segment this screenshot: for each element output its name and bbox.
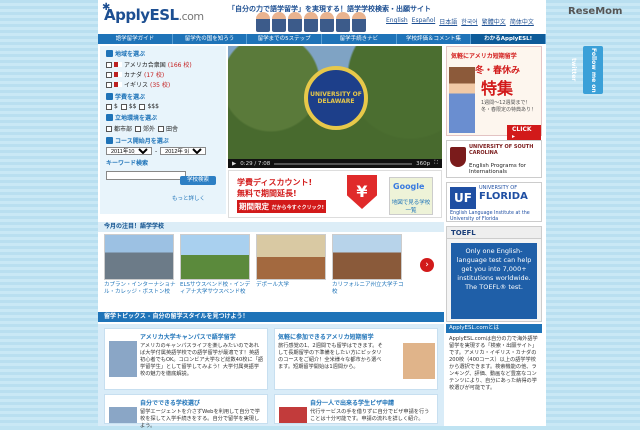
video-time: 0:29 / 7:08	[240, 160, 271, 167]
fee-heading: 学費を選ぶ	[106, 92, 226, 101]
flag-icon	[114, 82, 122, 87]
video-player[interactable]: UNIVERSITY OF DELAWARE ▶ 0:29 / 7:08 360…	[228, 46, 442, 168]
featured-school[interactable]: デポール大学	[256, 234, 328, 289]
keyword-input[interactable]	[106, 171, 186, 180]
ad-girl-image	[449, 67, 475, 133]
play-icon[interactable]: ▶	[232, 161, 236, 167]
building-icon	[106, 114, 113, 121]
banner-line1: 学費ディスカウント!	[237, 178, 313, 187]
video-controls: ▶ 0:29 / 7:08 360p ⛶	[228, 159, 442, 168]
banner-line3: 期間限定 だから今すぐクリック!	[237, 200, 326, 213]
end-date-select[interactable]: 2012年 9月	[160, 147, 207, 155]
topic-thumbnail	[279, 407, 307, 423]
uf-ad[interactable]: UF UNIVERSITY OF FLORIDA English Language…	[446, 182, 542, 222]
nav-item[interactable]: わかるApplyESL!	[471, 34, 547, 44]
university-seal: UNIVERSITY OF DELAWARE	[304, 66, 368, 130]
environment-heading: 立地環境を選ぶ	[106, 113, 226, 122]
lang-link[interactable]: 日本語	[439, 17, 457, 26]
date-heading: コース開始月を選ぶ	[106, 136, 226, 145]
country-checkbox[interactable]: アメリカ合衆国 (166 校)	[106, 60, 226, 69]
flag-icon	[114, 62, 122, 67]
fee-checkbox[interactable]: $$$	[139, 103, 159, 110]
click-button[interactable]: CLICK ▸	[507, 125, 541, 141]
usc-ad[interactable]: UNIVERSITY OF SOUTH CAROLINA English Pro…	[446, 140, 542, 178]
nav-item[interactable]: 留学先の国を知ろう	[173, 34, 248, 44]
logo[interactable]: ApplyESL.com	[104, 6, 204, 24]
globe-icon	[106, 50, 113, 57]
lang-link[interactable]: English	[386, 17, 408, 26]
video-quality[interactable]: 360p	[416, 161, 430, 167]
discount-banner[interactable]: 学費ディスカウント! 無料で期間延長! 期間限定 だから今すぐクリック! ¥ G…	[228, 170, 442, 218]
topics-heading: 留学トピックス - 自分の留学スタイルを見つけよう！	[98, 312, 444, 322]
lang-link[interactable]: 한국어	[461, 17, 478, 26]
topic-thumbnail	[403, 343, 435, 379]
school-photo	[104, 234, 174, 280]
nav-item[interactable]: 語学留学ガイド	[98, 34, 173, 44]
nav-item[interactable]: 学校評価＆コメント集	[397, 34, 472, 44]
toefl-logo: TOEFL	[447, 227, 541, 239]
header-people-image	[256, 12, 376, 32]
fullscreen-icon[interactable]: ⛶	[434, 160, 438, 167]
lang-link[interactable]: 简体中文	[510, 17, 534, 26]
school-photo	[180, 234, 250, 280]
start-date-select[interactable]: 2011年10月	[106, 147, 152, 155]
school-photo	[256, 234, 326, 280]
google-logo: Google	[393, 182, 425, 191]
env-checkbox[interactable]: 田舎	[158, 124, 178, 133]
lang-link[interactable]: 繁體中文	[482, 17, 506, 26]
usc-shield-icon	[450, 147, 466, 167]
right-column: 気軽にアメリカ短期留学 冬・春休み 特集 1週間〜12週間まで！冬・春限定の特典…	[446, 46, 542, 426]
fee-checkbox[interactable]: $$	[120, 103, 136, 110]
topic-card[interactable]: 気軽に参加できるアメリカ短期留学 旅行感覚の1、2週間でも留学はできます。そして長…	[274, 328, 438, 390]
language-links: English Español 日本語 한국어 繁體中文 简体中文	[386, 17, 534, 26]
page: ✱ ApplyESL.com 「自分の力で語学留学」を実現する！語学学校検索・出…	[98, 0, 547, 429]
topic-card[interactable]: アメリカ大学キャンパスで語学留学 アメリカのキャンパスライフを楽しみたいのであれば…	[104, 328, 268, 390]
more-link[interactable]: もっと詳しく	[172, 194, 205, 202]
toefl-ad[interactable]: TOEFL Only one English-language test can…	[446, 226, 542, 322]
dollar-icon	[106, 93, 113, 100]
topic-card[interactable]: 自分でできる学校選び 留学エージェントを介さずWebを利用して自分で学校を探して入…	[104, 394, 268, 429]
yen-icon: ¥	[347, 175, 377, 209]
header: ✱ ApplyESL.com 「自分の力で語学留学」を実現する！語学学校検索・出…	[98, 0, 546, 34]
featured-heading: 今月の注目！語学学校	[98, 222, 444, 232]
uf-logo: UF	[450, 187, 476, 209]
featured-school[interactable]: ELSサウスベンド校・インディアナ大学サウスベンド校	[180, 234, 252, 296]
country-checkbox[interactable]: イギリス (35 校)	[106, 80, 226, 89]
topics-panel: アメリカ大学キャンパスで語学留学 アメリカのキャンパスライフを楽しみたいのであれば…	[98, 324, 444, 429]
about-text: ApplyESL.comは自分の力で海外語学留学を実現する「検索・出願サイト」で…	[449, 336, 538, 391]
banner-line2: 無料で期間延長!	[237, 189, 297, 198]
twitter-tab[interactable]: Follow me on twitter	[570, 46, 603, 94]
topic-thumbnail	[109, 407, 137, 423]
featured-schools: カプラン・インターナショナル・カレッジ・ボストン校 ELSサウスベンド校・インデ…	[98, 234, 444, 304]
topic-thumbnail	[109, 341, 137, 377]
nav-item[interactable]: 留学手続きナビ	[322, 34, 397, 44]
video-progress[interactable]	[274, 162, 413, 165]
region-heading: 地域を選ぶ	[106, 49, 226, 58]
school-search-panel: 地域を選ぶ アメリカ合衆国 (166 校) カナダ (17 校) イギリス (35 校…	[100, 46, 226, 214]
main-nav: 語学留学ガイド 留学先の国を知ろう 留学までの5ステップ 留学手続きナビ 学校評…	[98, 34, 547, 44]
school-photo	[332, 234, 402, 280]
background-stripe-left	[0, 0, 98, 426]
topic-card[interactable]: 自分一人で出来る学生ビザ申請 代行サービスの手を借りずに自分でビザ申請を行うことは…	[274, 394, 438, 424]
flag-icon	[114, 72, 122, 77]
env-checkbox[interactable]: 郊外	[135, 124, 155, 133]
about-heading: ApplyESL.comとは	[446, 324, 542, 333]
fee-checkbox[interactable]: $	[106, 103, 118, 110]
featured-school[interactable]: カリフォルニア州立大学チコ校	[332, 234, 404, 296]
calendar-icon	[106, 137, 113, 144]
keyword-label: キーワード検索	[106, 160, 149, 167]
lang-link[interactable]: Español	[412, 17, 436, 26]
country-checkbox[interactable]: カナダ (17 校)	[106, 70, 226, 79]
next-arrow-icon[interactable]: ›	[420, 258, 434, 272]
featured-school[interactable]: カプラン・インターナショナル・カレッジ・ボストン校	[104, 234, 176, 296]
env-checkbox[interactable]: 都市部	[106, 124, 132, 133]
map-link[interactable]: Google 地図で見る学校一覧	[389, 177, 433, 215]
nav-item[interactable]: 留学までの5ステップ	[247, 34, 323, 44]
watermark: ReseMom	[568, 6, 623, 17]
school-search-button[interactable]: 学校検索	[180, 176, 216, 185]
short-term-ad[interactable]: 気軽にアメリカ短期留学 冬・春休み 特集 1週間〜12週間まで！冬・春限定の特典…	[446, 46, 542, 141]
